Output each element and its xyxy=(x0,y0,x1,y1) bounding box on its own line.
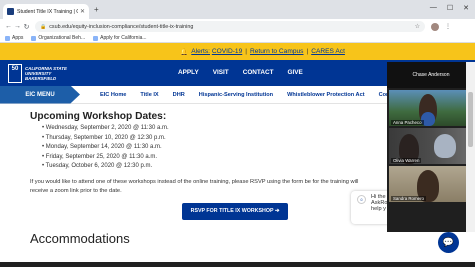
video-call-panel: Chase Anderson Anna Pacheco Olivia Warre… xyxy=(387,62,475,232)
active-speaker-name: Chase Anderson xyxy=(387,62,475,88)
participant-tile[interactable]: Sandra Romero xyxy=(389,166,469,202)
bookmark-org-beh[interactable]: Organizational Beh... xyxy=(31,35,85,41)
favicon-icon xyxy=(7,8,14,15)
bookmarks-bar: Apps Organizational Beh... Apply for Cal… xyxy=(0,34,475,43)
apps-grid-icon xyxy=(5,35,10,41)
subnav-whistleblower[interactable]: Whistleblower Protection Act xyxy=(287,92,365,98)
subnav-eic-home[interactable]: EIC Home xyxy=(100,92,126,98)
top-nav: APPLY VISIT CONTACT GIVE xyxy=(178,69,303,76)
logo-mark: 50 xyxy=(8,64,22,83)
browser-tab-bar: Student Title IX Training | Califo... ✕ … xyxy=(0,0,475,19)
scrollbar-thumb[interactable] xyxy=(468,92,473,147)
accommodations-heading: Accommodations xyxy=(30,230,130,246)
forward-icon[interactable]: → xyxy=(13,23,22,30)
subnav-items: EIC Home Title IX DHR Hispanic-Serving I… xyxy=(100,92,391,98)
new-tab-icon[interactable]: + xyxy=(94,6,99,14)
close-window-icon[interactable]: ✕ xyxy=(463,4,469,12)
profile-avatar-icon[interactable] xyxy=(431,22,439,31)
minimize-icon[interactable]: — xyxy=(430,4,437,12)
screen: Student Title IX Training | Califo... ✕ … xyxy=(0,0,475,267)
browser-tab[interactable]: Student Title IX Training | Califo... ✕ xyxy=(3,4,89,19)
alert-link-covid[interactable]: COVID-19 xyxy=(212,48,242,55)
alert-link-cares[interactable]: CARES Act xyxy=(311,48,345,55)
reload-icon[interactable]: ↻ xyxy=(22,23,31,31)
rsvp-paragraph: If you would like to attend one of these… xyxy=(30,178,359,194)
alert-bar: 🔔 Alerts: COVID-19 | Return to Campus | … xyxy=(0,43,475,60)
logo-words: CALIFORNIA STATE UNIVERSITY BAKERSFIELD xyxy=(25,66,67,81)
alerts-label[interactable]: Alerts: xyxy=(191,48,210,55)
csub-logo[interactable]: 50 CALIFORNIA STATE UNIVERSITY BAKERSFIE… xyxy=(8,64,67,83)
bookmark-apps[interactable]: Apps xyxy=(5,35,23,41)
back-icon[interactable]: ← xyxy=(4,23,13,30)
chat-bubble-icon[interactable]: 💬 xyxy=(438,232,459,253)
url-input[interactable]: 🔒 csub.edu/equity-inclusion-compliance/s… xyxy=(35,21,425,32)
subnav-hsi[interactable]: Hispanic-Serving Institution xyxy=(199,92,273,98)
chatbot-avatar-icon: ☺ xyxy=(357,195,366,204)
subnav-dhr[interactable]: DHR xyxy=(173,92,185,98)
eic-menu-button[interactable]: EIC MENU xyxy=(0,85,80,104)
window-controls: — ☐ ✕ xyxy=(430,4,469,12)
subnav-title-ix[interactable]: Title IX xyxy=(140,92,158,98)
bookmark-icon xyxy=(93,35,99,41)
url-text: csub.edu/equity-inclusion-compliance/stu… xyxy=(49,23,194,30)
menu-dots-icon[interactable]: ⋮ xyxy=(445,23,451,30)
rsvp-button[interactable]: RSVP FOR TITLE IX WORKSHOP ➔ xyxy=(182,202,288,220)
nav-apply[interactable]: APPLY xyxy=(178,69,199,76)
nav-give[interactable]: GIVE xyxy=(287,69,302,76)
participant-tile[interactable]: Olivia Warren xyxy=(389,128,469,164)
chat-greeting-popup[interactable]: ☺ Hi the AskRo help y xyxy=(351,191,391,224)
maximize-icon[interactable]: ☐ xyxy=(447,4,453,12)
page-scrollbar[interactable] xyxy=(466,62,475,232)
bookmark-star-icon[interactable]: ☆ xyxy=(415,23,420,30)
browser-actions: ⋮ xyxy=(431,22,451,31)
taskbar xyxy=(0,262,475,267)
participant-tile[interactable]: Anna Pacheco xyxy=(389,90,469,126)
bell-icon: 🔔 xyxy=(180,48,189,56)
nav-contact[interactable]: CONTACT xyxy=(243,69,274,76)
lock-icon: 🔒 xyxy=(40,23,47,30)
close-tab-icon[interactable]: ✕ xyxy=(80,8,85,15)
tab-title: Student Title IX Training | Califo... xyxy=(17,8,78,15)
address-bar-row: ← → ↻ 🔒 csub.edu/equity-inclusion-compli… xyxy=(0,19,475,34)
bookmark-apply-ca[interactable]: Apply for California... xyxy=(93,35,147,41)
nav-visit[interactable]: VISIT xyxy=(213,69,229,76)
bookmark-icon xyxy=(31,35,37,41)
alert-link-return[interactable]: Return to Campus xyxy=(250,48,304,55)
